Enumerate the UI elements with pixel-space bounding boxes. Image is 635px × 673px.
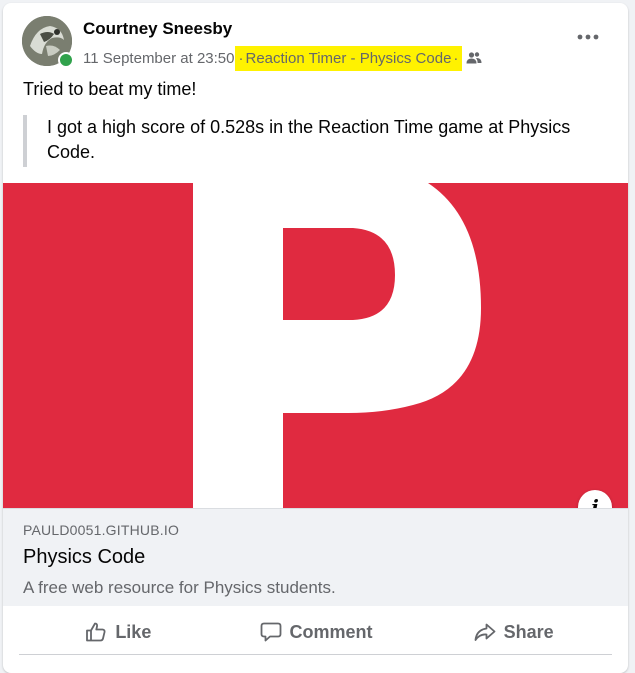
online-status-dot	[58, 52, 74, 68]
meta-separator: ·	[453, 49, 459, 67]
post-timestamp[interactable]: 11 September at 23:50	[83, 50, 235, 67]
link-title[interactable]: Physics Code	[23, 546, 145, 569]
link-preview-image[interactable]: i	[3, 183, 628, 508]
post-header: Courtney Sneesby 11 September at 23:50 ·…	[3, 3, 628, 73]
comment-button[interactable]: Comment	[217, 610, 415, 654]
link-preview-card[interactable]: i PAULD0051.GITHUB.IO Physics Code A fre…	[3, 183, 628, 606]
link-domain: PAULD0051.GITHUB.IO	[23, 522, 180, 538]
post-meta: 11 September at 23:50 · Reaction Timer -…	[83, 43, 482, 73]
physics-code-logo	[3, 183, 628, 508]
share-label: Share	[503, 621, 554, 642]
like-button[interactable]: Like	[19, 610, 217, 654]
comment-label: Comment	[289, 621, 373, 642]
author-name[interactable]: Courtney Sneesby	[83, 19, 232, 39]
thumbs-up-icon	[86, 622, 106, 642]
shared-from-highlight: · Reaction Timer - Physics Code ·	[234, 45, 463, 71]
friends-icon[interactable]	[466, 51, 482, 65]
post-actions-bar: Like Comment Share	[19, 610, 612, 655]
share-arrow-icon	[474, 623, 496, 641]
more-options-button[interactable]	[570, 25, 606, 49]
post-card: Courtney Sneesby 11 September at 23:50 ·…	[3, 3, 628, 673]
like-label: Like	[115, 621, 152, 642]
link-preview-info[interactable]: PAULD0051.GITHUB.IO Physics Code A free …	[3, 508, 628, 606]
shared-from-link[interactable]: Reaction Timer - Physics Code	[246, 50, 452, 67]
comment-icon	[260, 622, 281, 642]
more-dots-icon	[577, 34, 599, 40]
post-text: Tried to beat my time!	[23, 79, 197, 99]
link-description: A free web resource for Physics students…	[23, 578, 336, 597]
share-button[interactable]: Share	[414, 610, 612, 654]
quote-block: I got a high score of 0.528s in the Reac…	[23, 115, 598, 167]
author-avatar[interactable]	[22, 16, 74, 68]
meta-separator: ·	[238, 49, 244, 67]
